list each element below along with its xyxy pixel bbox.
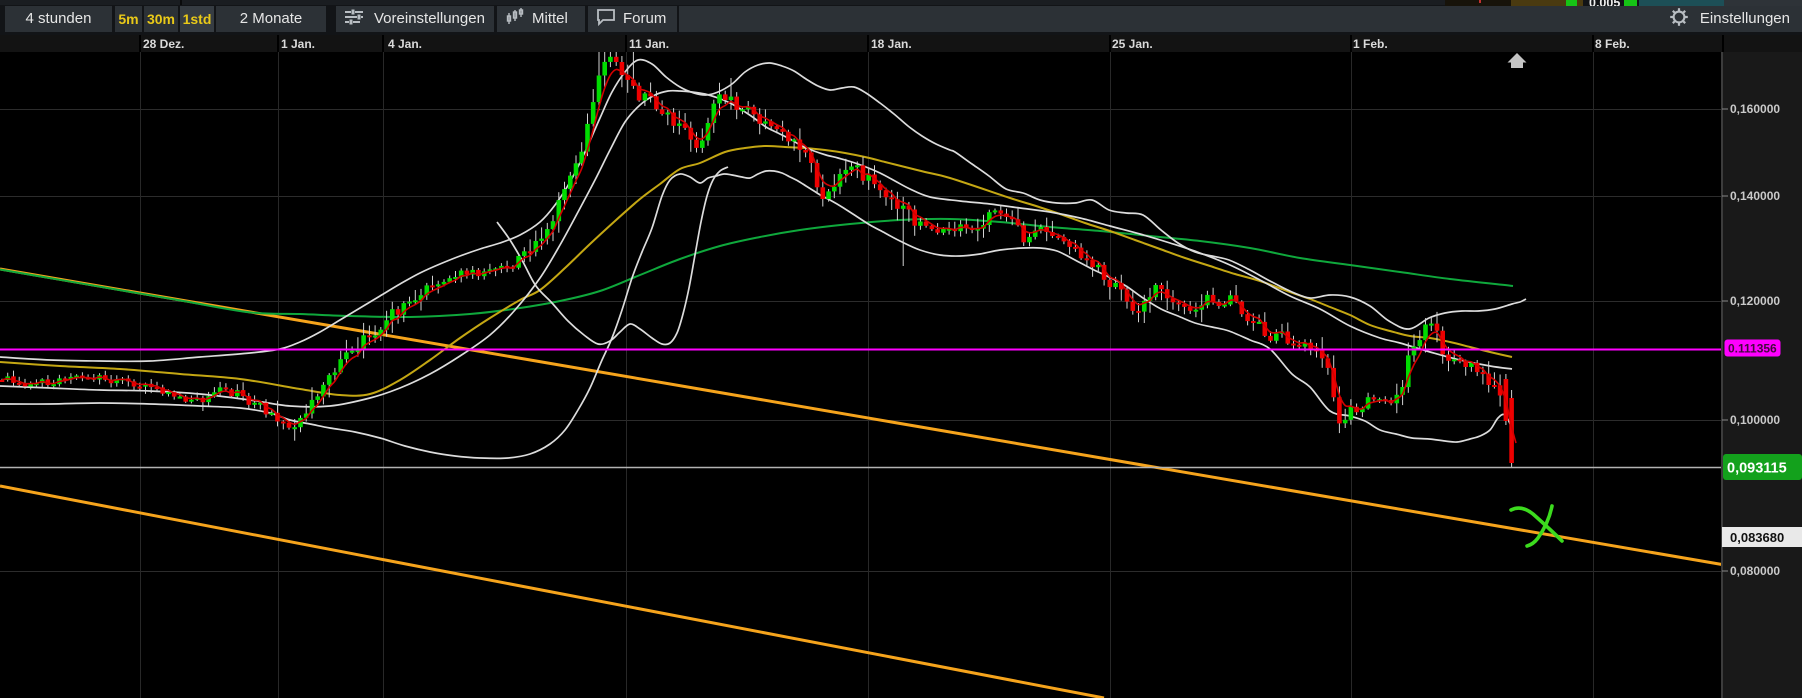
svg-text:0,093115: 0,093115 <box>1727 461 1787 477</box>
svg-text:0,160000: 0,160000 <box>1730 102 1780 116</box>
svg-text:0.111356: 0.111356 <box>1728 342 1777 356</box>
svg-text:0,140000: 0,140000 <box>1730 189 1780 203</box>
svg-text:0,080000: 0,080000 <box>1730 564 1780 578</box>
svg-text:0,120000: 0,120000 <box>1730 294 1780 308</box>
svg-text:0,100000: 0,100000 <box>1730 413 1780 427</box>
svg-text:0,083680: 0,083680 <box>1730 530 1784 545</box>
